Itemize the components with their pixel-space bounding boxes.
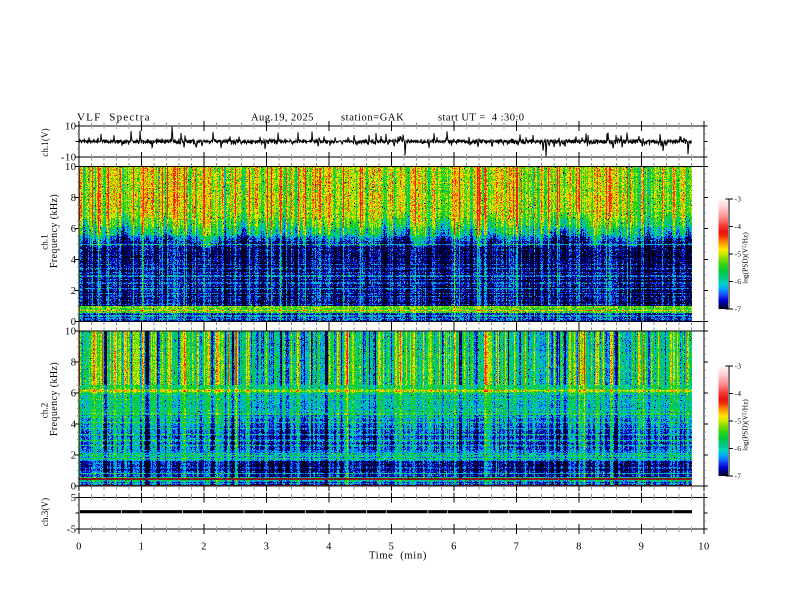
svg-text:0: 0 <box>76 542 82 553</box>
svg-text:8: 8 <box>71 358 77 369</box>
svg-text:Frequency (kHz): Frequency (kHz) <box>49 194 60 268</box>
svg-text:10: 10 <box>698 542 710 553</box>
svg-text:4: 4 <box>71 420 77 431</box>
svg-text:ch.2: ch.2 <box>40 403 50 419</box>
svg-text:6: 6 <box>71 389 77 400</box>
svg-text:2: 2 <box>71 451 77 462</box>
svg-text:-4: -4 <box>735 222 742 231</box>
svg-text:Time (min): Time (min) <box>369 551 427 562</box>
svg-text:2: 2 <box>201 542 207 553</box>
svg-text:7: 7 <box>514 542 520 553</box>
svg-text:log(PSD)(V2/Hz): log(PSD)(V2/Hz) <box>742 232 750 284</box>
svg-text:Aug.19, 2025: Aug.19, 2025 <box>251 113 314 124</box>
svg-text:0: 0 <box>71 482 77 493</box>
svg-text:8: 8 <box>71 193 77 204</box>
svg-text:log(PSD)(V2/Hz): log(PSD)(V2/Hz) <box>742 399 750 451</box>
svg-text:-3: -3 <box>735 194 742 203</box>
svg-text:-5: -5 <box>735 249 742 258</box>
svg-text:9: 9 <box>639 542 645 553</box>
svg-text:-6: -6 <box>735 277 742 286</box>
svg-text:Frequency (kHz): Frequency (kHz) <box>49 362 60 436</box>
svg-text:5: 5 <box>71 493 77 504</box>
svg-text:-4: -4 <box>735 389 742 398</box>
svg-text:start UT = 4 :30:0: start UT = 4 :30:0 <box>438 113 525 124</box>
svg-text:6: 6 <box>451 542 457 553</box>
svg-text:4: 4 <box>71 255 77 266</box>
svg-text:VLF Spectra: VLF Spectra <box>77 112 151 124</box>
svg-text:ch.3(V): ch.3(V) <box>40 498 50 526</box>
svg-text:1: 1 <box>139 542 145 553</box>
svg-text:-3: -3 <box>735 361 742 370</box>
svg-text:ch.1: ch.1 <box>40 234 50 250</box>
svg-text:-7: -7 <box>735 471 742 480</box>
svg-text:-5: -5 <box>67 525 77 536</box>
svg-text:10: 10 <box>65 162 77 173</box>
svg-text:-5: -5 <box>735 416 742 425</box>
svg-text:station=GAK: station=GAK <box>341 113 404 124</box>
svg-text:10: 10 <box>65 327 77 338</box>
svg-text:8: 8 <box>576 542 582 553</box>
svg-text:6: 6 <box>71 224 77 235</box>
svg-text:ch.1(V): ch.1(V) <box>40 128 50 156</box>
svg-text:-6: -6 <box>735 444 742 453</box>
svg-text:10: 10 <box>65 122 77 133</box>
svg-text:3: 3 <box>264 542 270 553</box>
svg-text:-7: -7 <box>735 304 742 313</box>
svg-text:2: 2 <box>71 286 77 297</box>
svg-text:4: 4 <box>326 542 332 553</box>
